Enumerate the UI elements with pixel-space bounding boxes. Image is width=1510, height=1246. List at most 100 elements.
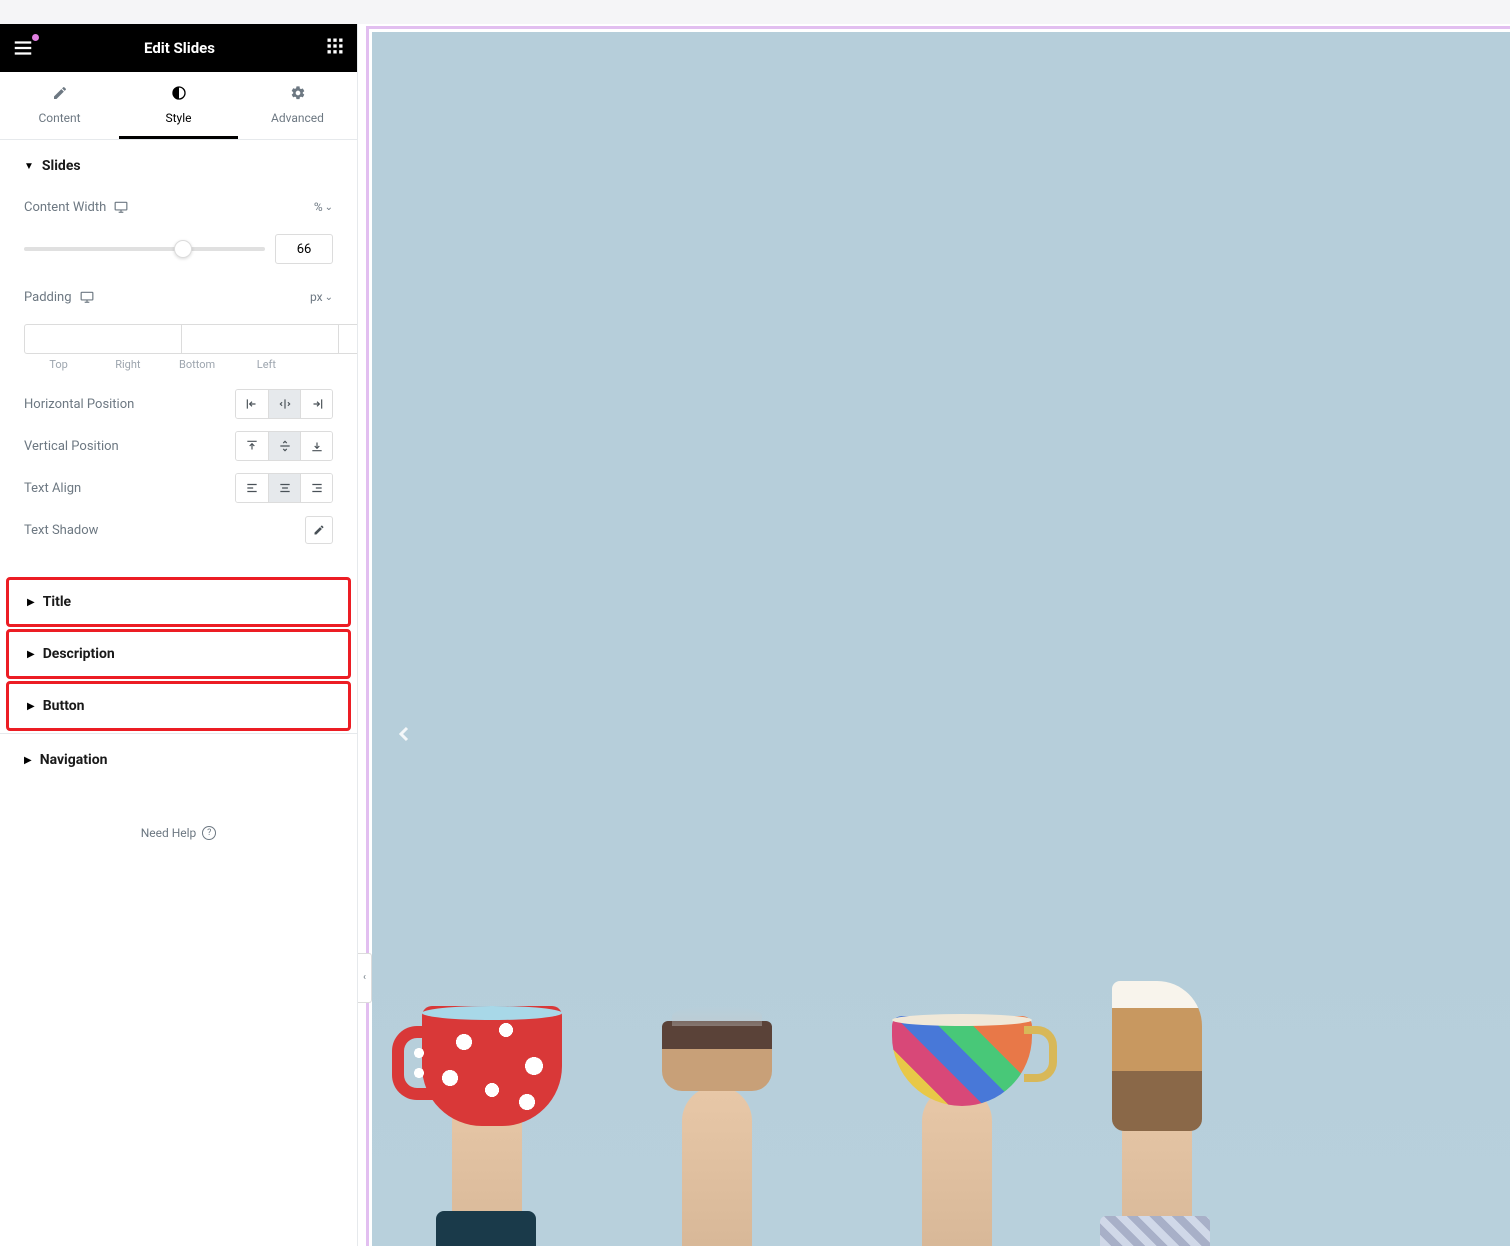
padding-left-label: Left — [232, 358, 301, 371]
section-title-label: Title — [43, 594, 71, 610]
chevron-down-icon: ⌄ — [325, 202, 333, 213]
browser-chrome-spacer — [0, 0, 1510, 24]
content-width-slider-row — [24, 234, 333, 264]
content-width-value[interactable] — [275, 234, 333, 264]
content-width-unit[interactable]: % ⌄ — [314, 200, 333, 214]
help-icon: ? — [202, 826, 216, 840]
contrast-icon — [171, 85, 187, 101]
desktop-icon[interactable] — [80, 290, 94, 304]
padding-top-label: Top — [24, 358, 93, 371]
section-navigation: ▶ Navigation — [0, 733, 357, 786]
chevron-left-icon — [392, 716, 416, 752]
content-width-label: Content Width — [24, 200, 128, 215]
content-width-row: Content Width % ⌄ — [24, 192, 333, 222]
chevron-down-icon: ⌄ — [325, 292, 333, 303]
textalign-left[interactable] — [236, 474, 268, 502]
content-width-label-text: Content Width — [24, 200, 106, 215]
content-width-slider[interactable] — [24, 247, 265, 251]
hpos-row: Horizontal Position — [24, 389, 333, 419]
text-center-icon — [278, 481, 292, 495]
vpos-row: Vertical Position — [24, 431, 333, 461]
illustration — [422, 1006, 562, 1126]
text-left-icon — [245, 481, 259, 495]
spacer — [301, 358, 333, 371]
padding-label-text: Padding — [24, 290, 72, 305]
caret-right-icon: ▶ — [24, 755, 32, 766]
editor-sidebar: Edit Slides Content Style Advanced ▼ S — [0, 24, 358, 1246]
textshadow-label: Text Shadow — [24, 523, 98, 538]
gear-icon — [290, 85, 306, 101]
header-title: Edit Slides — [144, 39, 215, 57]
padding-right-input[interactable] — [181, 324, 339, 354]
textshadow-row: Text Shadow — [24, 515, 333, 545]
padding-unit[interactable]: px ⌄ — [310, 290, 333, 304]
notification-dot — [32, 34, 39, 41]
padding-label: Padding — [24, 290, 94, 305]
tab-content-label: Content — [38, 111, 80, 125]
vpos-bottom[interactable] — [300, 432, 332, 460]
slide-prev-arrow[interactable] — [392, 716, 416, 756]
align-right-icon — [310, 397, 324, 411]
padding-right-label: Right — [93, 358, 162, 371]
caret-down-icon: ▼ — [24, 161, 34, 172]
illustration — [1100, 1216, 1210, 1246]
tab-content[interactable]: Content — [0, 72, 119, 139]
content-width-unit-text: % — [314, 200, 323, 214]
vpos-label: Vertical Position — [24, 439, 119, 454]
vpos-top[interactable] — [236, 432, 268, 460]
sidebar-header: Edit Slides — [0, 24, 357, 72]
menu-button[interactable] — [12, 37, 34, 59]
tab-advanced-label: Advanced — [271, 111, 324, 125]
help-link[interactable]: Need Help ? — [0, 786, 357, 856]
padding-unit-text: px — [310, 290, 323, 304]
caret-right-icon: ▶ — [27, 649, 35, 660]
vpos-middle[interactable] — [268, 432, 300, 460]
padding-row: Padding px ⌄ — [24, 282, 333, 312]
slide-image — [372, 858, 1510, 1246]
section-title-header[interactable]: ▶ Title — [9, 580, 348, 624]
hpos-left[interactable] — [236, 390, 268, 418]
illustration — [436, 1211, 536, 1246]
section-slides-title: Slides — [42, 158, 81, 174]
align-middle-icon — [278, 439, 292, 453]
section-navigation-label: Navigation — [40, 752, 108, 768]
align-left-icon — [245, 397, 259, 411]
padding-top-input[interactable] — [24, 324, 182, 354]
tab-advanced[interactable]: Advanced — [238, 72, 357, 139]
textalign-right[interactable] — [300, 474, 332, 502]
section-navigation-header[interactable]: ▶ Navigation — [0, 734, 357, 786]
hpos-right[interactable] — [300, 390, 332, 418]
caret-right-icon: ▶ — [27, 597, 35, 608]
tab-style[interactable]: Style — [119, 72, 238, 139]
desktop-icon[interactable] — [114, 200, 128, 214]
section-description-header[interactable]: ▶ Description — [9, 632, 348, 676]
textalign-group — [235, 473, 333, 503]
hpos-group — [235, 389, 333, 419]
tab-style-label: Style — [165, 111, 191, 125]
padding-bottom-input[interactable] — [338, 324, 357, 354]
app-root: Edit Slides Content Style Advanced ▼ S — [0, 0, 1510, 1246]
align-center-h-icon — [278, 397, 292, 411]
textshadow-edit[interactable] — [305, 516, 333, 544]
apps-button[interactable] — [325, 36, 345, 60]
padding-side-labels: Top Right Bottom Left — [24, 358, 333, 371]
section-slides-header[interactable]: ▼ Slides — [0, 140, 357, 188]
hpos-center[interactable] — [268, 390, 300, 418]
chevron-left-icon: ‹ — [363, 972, 366, 983]
caret-right-icon: ▶ — [27, 701, 35, 712]
hamburger-icon — [12, 37, 34, 59]
section-description: ▶ Description — [6, 629, 351, 679]
textalign-row: Text Align — [24, 473, 333, 503]
padding-bottom-label: Bottom — [163, 358, 232, 371]
section-description-label: Description — [43, 646, 115, 662]
textalign-center[interactable] — [268, 474, 300, 502]
section-button: ▶ Button — [6, 681, 351, 731]
hpos-label: Horizontal Position — [24, 397, 134, 412]
section-slides-body: Content Width % ⌄ Paddi — [0, 188, 357, 575]
section-button-header[interactable]: ▶ Button — [9, 684, 348, 728]
illustration — [682, 1086, 752, 1246]
slide-canvas[interactable] — [372, 32, 1510, 1246]
panel-collapse-toggle[interactable]: ‹ — [358, 953, 372, 1003]
illustration — [892, 1016, 1032, 1106]
slider-thumb[interactable] — [174, 240, 192, 258]
